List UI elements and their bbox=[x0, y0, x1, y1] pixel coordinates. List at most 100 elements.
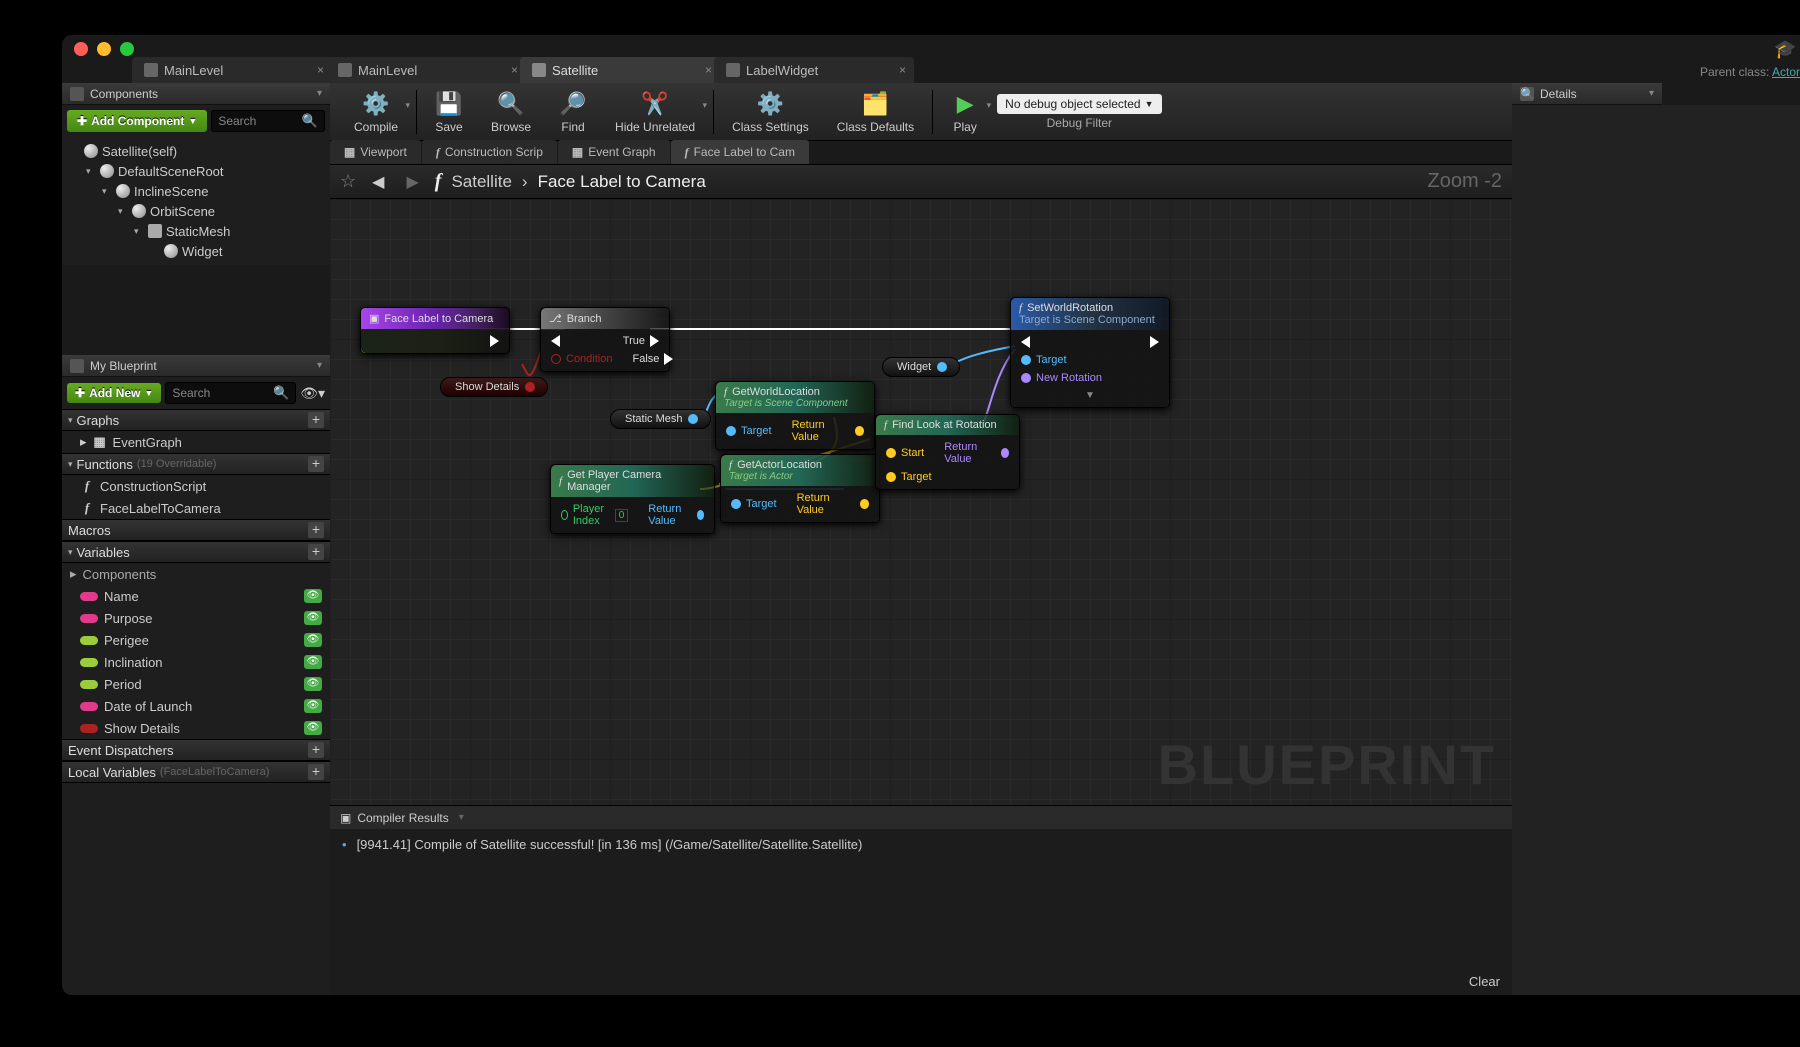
add-graph-button[interactable]: + bbox=[308, 412, 324, 428]
zoom-window[interactable] bbox=[120, 42, 134, 56]
node-getworldlocation[interactable]: fGetWorldLocationTarget is Scene Compone… bbox=[715, 381, 875, 450]
node-entry[interactable]: ▣Face Label to Camera bbox=[360, 307, 510, 354]
class-settings-button[interactable]: ⚙️Class Settings bbox=[718, 86, 823, 138]
close-window[interactable] bbox=[74, 42, 88, 56]
section-functions[interactable]: ▾Functions(19 Overridable)+ bbox=[62, 453, 330, 475]
var-widget[interactable]: Widget bbox=[882, 357, 960, 377]
save-button[interactable]: 💾Save bbox=[421, 86, 477, 138]
components-header[interactable]: Components▾ bbox=[62, 83, 330, 105]
variables-components-sub[interactable]: ▸Components bbox=[62, 563, 330, 585]
close-icon[interactable]: × bbox=[317, 63, 324, 77]
tab-mainlevel-2[interactable]: MainLevel× bbox=[326, 57, 526, 83]
myblueprint-header[interactable]: My Blueprint▾ bbox=[62, 355, 330, 377]
variable-showdetails[interactable]: Show Details👁 bbox=[62, 717, 330, 739]
details-header[interactable]: 🔍Details▾ bbox=[1512, 83, 1662, 105]
variable-period[interactable]: Period👁 bbox=[62, 673, 330, 695]
expand-icon[interactable]: ▼ bbox=[1021, 390, 1159, 401]
graph-canvas[interactable]: ▣Face Label to Camera ⎇Branch True Condi… bbox=[330, 199, 1512, 805]
eye-icon[interactable]: 👁 bbox=[304, 721, 322, 735]
newrotation-pin[interactable]: New Rotation bbox=[1021, 372, 1102, 384]
graph-tab-eventgraph[interactable]: ▦Event Graph bbox=[558, 140, 670, 164]
hide-unrelated-button[interactable]: ✂️Hide Unrelated▾ bbox=[601, 86, 709, 138]
condition-pin[interactable]: Condition bbox=[551, 353, 612, 365]
graph-tab-construction[interactable]: fConstruction Scrip bbox=[422, 140, 557, 164]
target-pin[interactable]: Target bbox=[1021, 354, 1067, 366]
variable-dateoflaunch[interactable]: Date of Launch👁 bbox=[62, 695, 330, 717]
eye-icon[interactable]: 👁 bbox=[304, 633, 322, 647]
component-staticmesh[interactable]: ▾StaticMesh bbox=[62, 221, 330, 241]
breadcrumb-leaf[interactable]: Face Label to Camera bbox=[538, 172, 706, 192]
view-options-icon[interactable]: 👁▾ bbox=[300, 385, 325, 402]
section-macros[interactable]: Macros+ bbox=[62, 519, 330, 541]
add-macro-button[interactable]: + bbox=[308, 522, 324, 538]
favorite-icon[interactable]: ☆ bbox=[340, 171, 356, 192]
eye-icon[interactable]: 👁 bbox=[304, 677, 322, 691]
compiler-results-header[interactable]: ▣Compiler Results▾ bbox=[330, 805, 1512, 829]
close-icon[interactable]: × bbox=[705, 63, 712, 77]
eye-icon[interactable]: 👁 bbox=[304, 611, 322, 625]
tab-satellite[interactable]: Satellite× bbox=[520, 57, 720, 83]
nav-back[interactable]: ◀ bbox=[366, 170, 390, 194]
find-button[interactable]: 🔎Find bbox=[545, 86, 601, 138]
playerindex-pin[interactable]: Player Index0 bbox=[561, 503, 628, 527]
true-pin[interactable]: True bbox=[623, 335, 659, 347]
graph-tab-facelabel[interactable]: fFace Label to Cam bbox=[671, 140, 809, 164]
var-staticmesh[interactable]: Static Mesh bbox=[610, 409, 711, 429]
var-showdetails[interactable]: Show Details bbox=[440, 377, 548, 397]
clear-button[interactable]: Clear bbox=[1469, 974, 1500, 989]
variable-purpose[interactable]: Purpose👁 bbox=[62, 607, 330, 629]
target-pin[interactable]: Target bbox=[731, 498, 777, 510]
section-variables[interactable]: ▾Variables+ bbox=[62, 541, 330, 563]
add-component-button[interactable]: ✚Add Component▼ bbox=[67, 110, 207, 132]
tab-mainlevel-1[interactable]: MainLevel× bbox=[132, 57, 332, 83]
components-search[interactable]: Search🔍 bbox=[211, 110, 325, 132]
component-defaultsceneroot[interactable]: ▾DefaultSceneRoot bbox=[62, 161, 330, 181]
node-setworldrotation[interactable]: fSetWorldRotationTarget is Scene Compone… bbox=[1010, 297, 1170, 408]
eye-icon[interactable]: 👁 bbox=[304, 655, 322, 669]
close-icon[interactable]: × bbox=[511, 63, 518, 77]
minimize-window[interactable] bbox=[97, 42, 111, 56]
component-inclinescene[interactable]: ▾InclineScene bbox=[62, 181, 330, 201]
exec-in-pin[interactable] bbox=[1021, 336, 1030, 348]
variable-name[interactable]: Name👁 bbox=[62, 585, 330, 607]
target-pin[interactable]: Target bbox=[726, 425, 772, 437]
exec-in-pin[interactable] bbox=[551, 335, 560, 347]
play-button[interactable]: ▶Play▾ bbox=[937, 86, 993, 138]
add-function-button[interactable]: + bbox=[308, 456, 324, 472]
variable-perigee[interactable]: Perigee👁 bbox=[62, 629, 330, 651]
function-facelabeltocamera[interactable]: fFaceLabelToCamera bbox=[62, 497, 330, 519]
variable-inclination[interactable]: Inclination👁 bbox=[62, 651, 330, 673]
node-getplayercamera[interactable]: fGet Player Camera Manager Player Index0… bbox=[550, 464, 715, 534]
section-graphs[interactable]: ▾Graphs+ bbox=[62, 409, 330, 431]
add-variable-button[interactable]: + bbox=[308, 544, 324, 560]
false-pin[interactable]: False bbox=[632, 353, 673, 365]
eye-icon[interactable]: 👁 bbox=[304, 699, 322, 713]
close-icon[interactable]: × bbox=[899, 63, 906, 77]
node-getactorlocation[interactable]: fGetActorLocationTarget is Actor TargetR… bbox=[720, 454, 880, 523]
component-orbitscene[interactable]: ▾OrbitScene bbox=[62, 201, 330, 221]
graph-item-eventgraph[interactable]: ▸▦EventGraph bbox=[62, 431, 330, 453]
node-branch[interactable]: ⎇Branch True ConditionFalse bbox=[540, 307, 670, 372]
exec-out-pin[interactable] bbox=[490, 335, 499, 347]
node-findlookat[interactable]: fFind Look at Rotation StartReturn Value… bbox=[875, 414, 1020, 490]
section-local-variables[interactable]: Local Variables(FaceLabelToCamera)+ bbox=[62, 761, 330, 783]
add-local-button[interactable]: + bbox=[308, 764, 324, 780]
section-dispatchers[interactable]: Event Dispatchers+ bbox=[62, 739, 330, 761]
target-pin[interactable]: Target bbox=[886, 471, 932, 483]
start-pin[interactable]: Start bbox=[886, 447, 924, 459]
return-pin[interactable]: Return Value bbox=[944, 441, 1009, 465]
browse-button[interactable]: 🔍Browse bbox=[477, 86, 545, 138]
function-constructionscript[interactable]: fConstructionScript bbox=[62, 475, 330, 497]
add-dispatcher-button[interactable]: + bbox=[308, 742, 324, 758]
return-pin[interactable]: Return Value bbox=[797, 492, 869, 516]
compile-button[interactable]: ⚙️Compile▾ bbox=[340, 86, 412, 138]
tab-labelwidget[interactable]: LabelWidget× bbox=[714, 57, 914, 83]
nav-fwd[interactable]: ▶ bbox=[400, 170, 424, 194]
exec-out-pin[interactable] bbox=[1150, 336, 1159, 348]
component-widget[interactable]: Widget bbox=[62, 241, 330, 261]
eye-icon[interactable]: 👁 bbox=[304, 589, 322, 603]
return-pin[interactable]: Return Value bbox=[792, 419, 864, 443]
component-satelliteself[interactable]: Satellite(self) bbox=[62, 141, 330, 161]
debug-object-select[interactable]: No debug object selected▼ bbox=[997, 94, 1161, 114]
myblueprint-search[interactable]: Search🔍 bbox=[165, 382, 296, 404]
